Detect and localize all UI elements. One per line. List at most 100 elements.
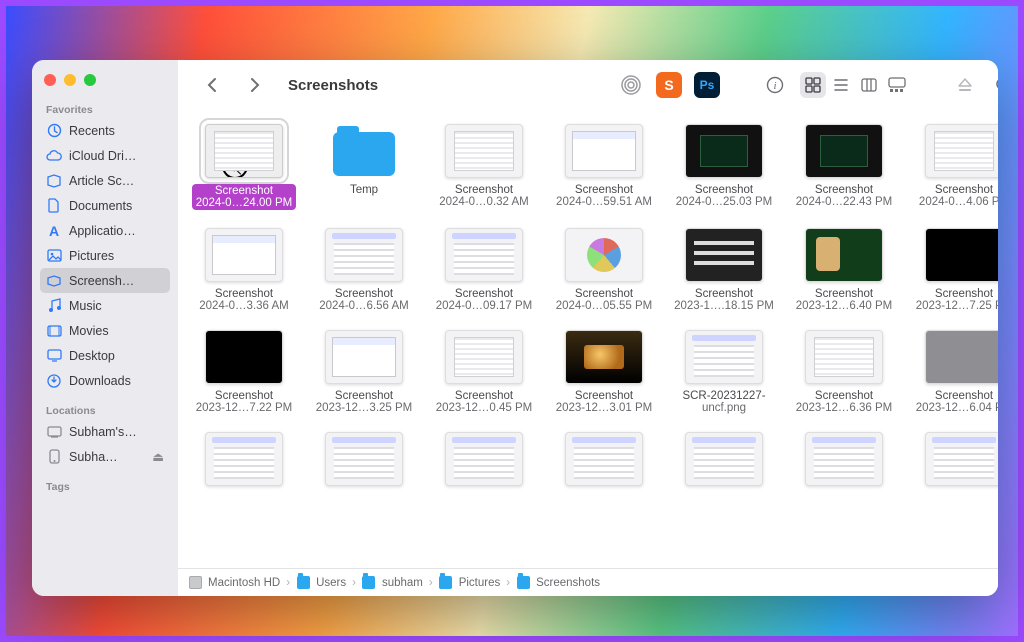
eject-button[interactable] bbox=[952, 72, 978, 98]
view-gallery-button[interactable] bbox=[884, 72, 910, 98]
file-item[interactable] bbox=[308, 432, 420, 492]
file-item[interactable]: Screenshot2024-0…09.17 PM bbox=[428, 228, 540, 312]
file-item[interactable]: Screenshot2024-0…22.43 PM bbox=[788, 124, 900, 210]
airdrop-icon[interactable] bbox=[618, 72, 644, 98]
sidebar-item-downloads[interactable]: Downloads bbox=[40, 368, 170, 393]
file-date: 2023-12…6.36 PM bbox=[796, 402, 893, 414]
sidebar-item-icloud[interactable]: iCloud Dri… bbox=[40, 143, 170, 168]
minimize-button[interactable] bbox=[64, 74, 76, 86]
file-thumbnail bbox=[325, 228, 403, 282]
sidebar-item-music[interactable]: Music bbox=[40, 293, 170, 318]
sidebar-item-subha[interactable]: Subha…⏏ bbox=[40, 444, 170, 469]
file-item[interactable]: Screenshot2023-12…6.40 PM bbox=[788, 228, 900, 312]
screenshots-icon bbox=[46, 273, 62, 289]
file-thumbnail bbox=[685, 432, 763, 486]
file-item[interactable]: Screenshot2024-0…6.56 AM bbox=[308, 228, 420, 312]
sidebar-item-movies[interactable]: Movies bbox=[40, 318, 170, 343]
file-item[interactable] bbox=[188, 432, 300, 492]
file-item[interactable] bbox=[908, 432, 998, 492]
sidebar-item-label: Article Sc… bbox=[69, 174, 134, 188]
file-name: Screenshot bbox=[575, 288, 633, 300]
file-item[interactable]: Screenshot2024-0…4.06 PM bbox=[908, 124, 998, 210]
file-thumbnail bbox=[685, 330, 763, 384]
sidebar-item-documents[interactable]: Documents bbox=[40, 193, 170, 218]
file-item[interactable]: Screenshot2024-0…05.55 PM bbox=[548, 228, 660, 312]
file-date: 2023-1….18.15 PM bbox=[674, 300, 774, 312]
file-name: Screenshot bbox=[215, 185, 273, 197]
recents-icon bbox=[46, 123, 62, 139]
sidebar-item-article[interactable]: Article Sc… bbox=[40, 168, 170, 193]
file-thumbnail bbox=[445, 228, 523, 282]
file-item[interactable]: Screenshot2024-0…3.36 AM bbox=[188, 228, 300, 312]
sidebar-item-desktop[interactable]: Desktop bbox=[40, 343, 170, 368]
file-item[interactable] bbox=[428, 432, 540, 492]
chevron-right-icon: › bbox=[352, 577, 356, 589]
sidebar-item-pictures[interactable]: Pictures bbox=[40, 243, 170, 268]
sidebar-item-screenshots[interactable]: Screensh… bbox=[40, 268, 170, 293]
file-name: Screenshot bbox=[455, 184, 513, 196]
file-name: Screenshot bbox=[695, 288, 753, 300]
file-item[interactable]: SCR-20231227-uncf.png bbox=[668, 330, 780, 414]
file-item[interactable]: Screenshot2023-12…3.01 PM bbox=[548, 330, 660, 414]
path-segment[interactable]: Macintosh HD bbox=[208, 577, 280, 589]
close-button[interactable] bbox=[44, 74, 56, 86]
sidebar-item-applications[interactable]: AApplicatio… bbox=[40, 218, 170, 243]
file-item[interactable]: Screenshot2023-12…0.45 PM bbox=[428, 330, 540, 414]
path-segment[interactable]: Pictures bbox=[459, 577, 501, 589]
file-thumbnail bbox=[205, 228, 283, 282]
folder-item[interactable]: Temp bbox=[308, 124, 420, 210]
file-item[interactable]: Screenshot2023-12…3.25 PM bbox=[308, 330, 420, 414]
file-item[interactable] bbox=[668, 432, 780, 492]
view-columns-button[interactable] bbox=[856, 72, 882, 98]
file-date: 2023-12…6.04 PM bbox=[916, 402, 998, 414]
file-thumbnail bbox=[205, 432, 283, 486]
file-grid: ↖Screenshot2024-0…24.00 PMTempScreenshot… bbox=[188, 124, 998, 492]
path-segment[interactable]: subham bbox=[382, 577, 423, 589]
file-item[interactable]: Screenshot2024-0…0.32 AM bbox=[428, 124, 540, 210]
sidebar-item-label: Applicatio… bbox=[69, 224, 136, 238]
disk-icon bbox=[188, 576, 202, 590]
file-date: 2024-0…59.51 AM bbox=[556, 196, 652, 208]
sidebar-item-recents[interactable]: Recents bbox=[40, 118, 170, 143]
eject-icon[interactable]: ⏏ bbox=[152, 449, 164, 464]
file-date: 2024-0…25.03 PM bbox=[676, 196, 773, 208]
fullscreen-button[interactable] bbox=[84, 74, 96, 86]
file-item[interactable] bbox=[548, 432, 660, 492]
sidebar-item-label: Desktop bbox=[69, 349, 115, 363]
sidebar-item-label: iCloud Dri… bbox=[69, 149, 136, 163]
path-segment[interactable]: Users bbox=[316, 577, 346, 589]
path-bar[interactable]: Macintosh HD › Users › subham › Pictures… bbox=[178, 568, 998, 596]
app-shortcut-photoshop[interactable]: Ps bbox=[694, 72, 720, 98]
sidebar-item-label: Music bbox=[69, 299, 102, 313]
forward-button[interactable] bbox=[242, 72, 268, 98]
file-item[interactable]: Screenshot2024-0…25.03 PM bbox=[668, 124, 780, 210]
file-thumbnail bbox=[685, 228, 763, 282]
search-button[interactable] bbox=[990, 72, 998, 98]
folder-icon bbox=[362, 576, 376, 590]
file-date: 2024-0…0.32 AM bbox=[439, 196, 529, 208]
file-thumbnail bbox=[925, 330, 998, 384]
file-thumbnail bbox=[445, 432, 523, 486]
view-list-button[interactable] bbox=[828, 72, 854, 98]
file-name: Screenshot bbox=[935, 390, 993, 402]
file-item[interactable]: ↖Screenshot2024-0…24.00 PM bbox=[188, 124, 300, 210]
file-item[interactable]: Screenshot2023-1….18.15 PM bbox=[668, 228, 780, 312]
file-item[interactable]: Screenshot2023-12…6.36 PM bbox=[788, 330, 900, 414]
sidebar-item-subhams[interactable]: Subham's… bbox=[40, 419, 170, 444]
file-item[interactable] bbox=[788, 432, 900, 492]
back-button[interactable] bbox=[198, 72, 224, 98]
app-shortcut-s[interactable]: S bbox=[656, 72, 682, 98]
file-item[interactable]: Screenshot2023-12…7.22 PM bbox=[188, 330, 300, 414]
main-pane: Screenshots S Ps i ↖Screenshot2024-0… bbox=[178, 60, 998, 596]
view-icons-button[interactable] bbox=[800, 72, 826, 98]
info-button[interactable]: i bbox=[762, 72, 788, 98]
file-date: 2023-12…7.25 PM bbox=[916, 300, 998, 312]
file-item[interactable]: Screenshot2023-12…6.04 PM bbox=[908, 330, 998, 414]
file-item[interactable]: Screenshot2024-0…59.51 AM bbox=[548, 124, 660, 210]
file-grid-area[interactable]: ↖Screenshot2024-0…24.00 PMTempScreenshot… bbox=[178, 110, 998, 568]
file-thumbnail bbox=[565, 124, 643, 178]
file-thumbnail bbox=[325, 330, 403, 384]
file-item[interactable]: Screenshot2023-12…7.25 PM bbox=[908, 228, 998, 312]
toolbar: Screenshots S Ps i bbox=[178, 60, 998, 110]
path-segment[interactable]: Screenshots bbox=[536, 577, 600, 589]
